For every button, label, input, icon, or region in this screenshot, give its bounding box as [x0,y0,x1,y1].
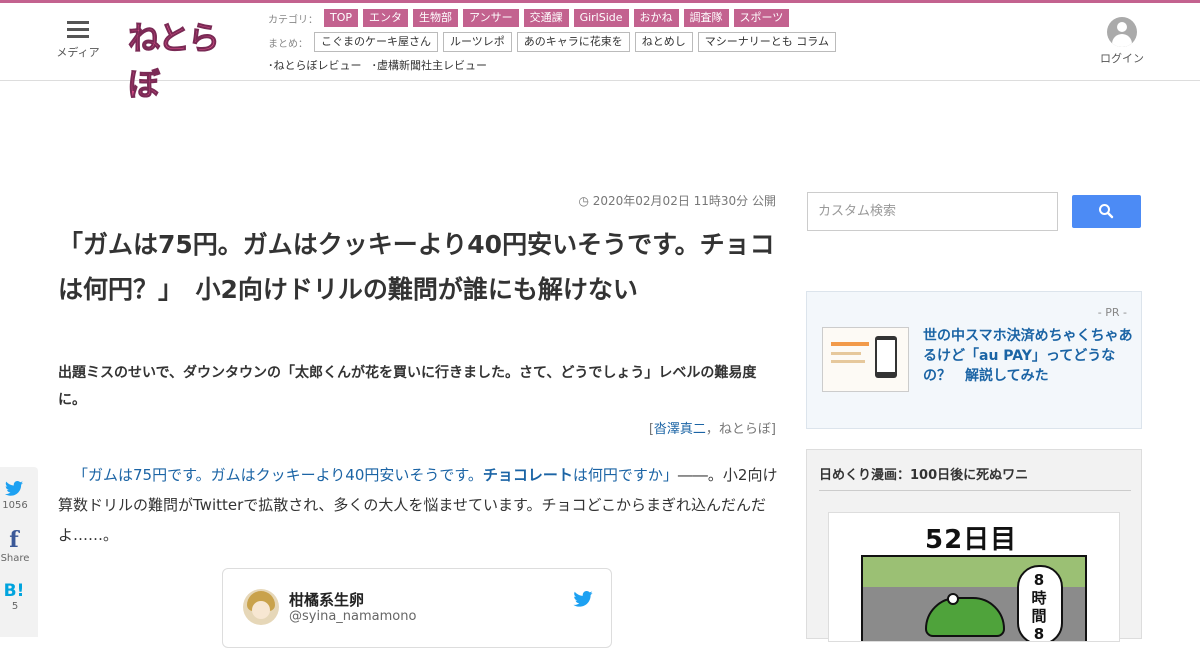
manga-day-label: 52日目 [925,525,1018,555]
publish-date: ◷ 2020年02月02日 11時30分 公開 [560,192,776,209]
manga-divider [819,490,1131,491]
article-body-paragraph: 「ガムは75円です。ガムはクッキーより40円安いそうです。チョコレートは何円です… [58,460,778,550]
site-logo[interactable]: ねとらぼ [128,15,240,104]
search-input[interactable] [808,193,1057,230]
twitter-share-icon [5,481,23,496]
category-top[interactable]: TOP [324,9,359,27]
clock-icon: ◷ [578,194,589,208]
review-link-netorabo[interactable]: ･ねとらぼレビュー [268,57,362,73]
summary-netomeshi[interactable]: ねとめし [634,32,693,52]
category-nav-label: カテゴリ： [268,14,318,26]
user-avatar-icon [1107,17,1137,47]
media-menu-button[interactable]: メディア [52,21,104,60]
article-title: 「ガムは75円。ガムはクッキーより40円安いそうです。チョコは何円？」 小2向け… [58,230,775,304]
share-bar: 1056 f Share B! 5 [0,467,38,637]
category-nav: カテゴリ： TOP エンタ 生物部 アンサー 交通課 GirlSide おかね … [268,9,794,27]
twitter-share-button[interactable]: 1056 [0,481,38,511]
hatena-bookmark-button[interactable]: B! 5 [0,581,38,612]
pr-link[interactable]: 世の中スマホ決済めちゃくちゃあるけど「au PAY」ってどうなの？ 解説してみた [923,326,1133,386]
body-quote-strong: チョコレート [482,466,573,484]
manga-speech-text: 8時間8 [1031,571,1047,642]
tweet-author-handle[interactable]: @syina_namamono [289,609,416,624]
tweet-author-avatar[interactable] [243,589,279,625]
facebook-share-label: Share [0,553,30,564]
hatena-bookmark-icon: B! [3,581,25,601]
embedded-tweet[interactable]: 柑橘系生卵 @syina_namamono [222,568,612,648]
facebook-icon: f [9,527,19,553]
twitter-share-count: 1056 [2,500,28,511]
pr-box: - PR - 世の中スマホ決済めちゃくちゃあるけど「au PAY」ってどうなの？… [806,291,1142,429]
body-quote-part2: は何円ですか」 [572,466,678,484]
category-sports[interactable]: スポーツ [733,9,790,27]
category-seibutsubu[interactable]: 生物部 [413,9,459,27]
search-icon [1099,204,1114,219]
summary-nav: まとめ： こぐまのケーキ屋さん ルーツレポ あのキャラに花束を ねとめし マシー… [268,32,841,52]
body-quote-part1: 「ガムは75円です。ガムはクッキーより40円安いそうです。 [73,466,483,484]
summary-koguma[interactable]: こぐまのケーキ屋さん [314,32,438,52]
summary-roots[interactable]: ルーツレポ [443,32,512,52]
summary-hanataba[interactable]: あのキャラに花束を [516,32,630,52]
byline-rest: ，ねとらぼ] [705,422,776,437]
category-enta[interactable]: エンタ [363,9,409,27]
publish-date-text: 2020年02月02日 11時30分 公開 [592,194,776,208]
site-header: メディア ねとらぼ カテゴリ： TOP エンタ 生物部 アンサー 交通課 Gir… [0,3,1200,104]
pr-tag: - PR - [1097,306,1127,319]
summary-nav-label: まとめ： [268,38,308,50]
category-okane[interactable]: おかね [633,9,679,27]
manga-title[interactable]: 日めくり漫画：100日後に死ぬワニ [819,464,1028,483]
tweet-author-name[interactable]: 柑橘系生卵 [289,589,364,610]
article-subtitle: 出題ミスのせいで、ダウンタウンの「太郎くんが花を買いに行きました。さて、どうでし… [58,365,757,408]
hatena-bookmark-count: 5 [11,601,19,612]
hamburger-icon [67,21,89,38]
review-nav: ･ねとらぼレビュー ･虚構新聞社主レビュー [268,57,497,73]
login-label: ログイン [1100,52,1144,65]
crocodile-illustration [925,597,1005,637]
site-search-box [807,192,1058,231]
article-byline: [沓澤真二，ねとらぼ] [560,418,776,437]
site-logo-text: ねとらぼ [128,19,221,104]
author-link[interactable]: 沓澤真二 [654,422,706,437]
review-link-kyoko[interactable]: ･虚構新聞社主レビュー [372,57,488,73]
category-kotsuka[interactable]: 交通課 [523,9,569,27]
crocodile-eye [947,593,959,605]
manga-image[interactable]: 52日目 8時間8 [828,512,1120,642]
login-button[interactable]: ログイン [1096,17,1148,66]
category-chosatai[interactable]: 調査隊 [683,9,729,27]
facebook-share-button[interactable]: f Share [0,527,38,564]
category-answer[interactable]: アンサー [463,9,519,27]
summary-machinery[interactable]: マシーナリーとも コラム [697,32,836,52]
manga-widget: 日めくり漫画：100日後に死ぬワニ 52日目 8時間8 [806,449,1142,642]
twitter-bird-icon[interactable] [573,591,593,607]
category-girlside[interactable]: GirlSide [573,9,629,27]
media-menu-label: メディア [56,46,100,59]
search-button[interactable] [1072,195,1141,228]
pr-thumbnail[interactable] [822,327,909,392]
